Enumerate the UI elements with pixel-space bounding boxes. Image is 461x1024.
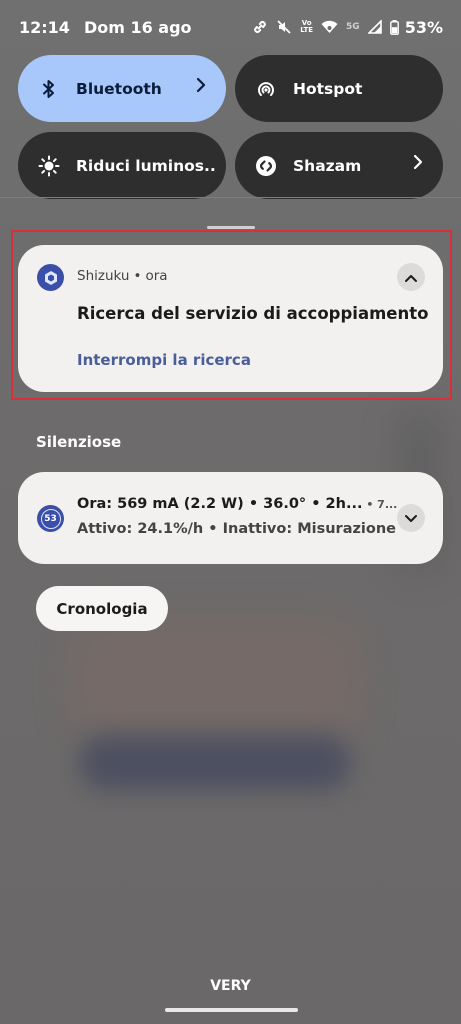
- tile-label: Shazam: [293, 156, 362, 175]
- brightness-icon: [38, 155, 60, 177]
- status-bar: 12:14 Dom 16 ago Vo LTE 5G 53%: [0, 0, 461, 54]
- chevron-up-icon: [404, 268, 418, 287]
- tile-bluetooth[interactable]: Bluetooth: [18, 55, 226, 122]
- shazam-icon: [255, 155, 277, 177]
- status-time: 12:14: [19, 17, 70, 37]
- quick-settings-divider: [0, 197, 461, 198]
- signal-icon: [367, 20, 382, 34]
- volte-icon: Vo LTE: [300, 20, 313, 34]
- tile-brightness[interactable]: Riduci luminos..: [18, 132, 226, 199]
- notification-header: Shizuku • ora: [77, 268, 168, 284]
- link-icon: [252, 19, 268, 35]
- section-label-silent: Silenziose: [36, 433, 122, 451]
- battery-notification-line1: Ora: 569 mA (2.2 W) • 36.0° • 2h... • 7.…: [77, 496, 397, 512]
- status-date: Dom 16 ago: [83, 17, 192, 37]
- battery-level-text: 53: [40, 508, 61, 529]
- notification-time: ora: [145, 268, 168, 284]
- expand-button[interactable]: [397, 504, 425, 532]
- drag-handle[interactable]: [207, 226, 255, 229]
- chevron-right-icon: [413, 154, 423, 174]
- hotspot-icon: [255, 78, 277, 100]
- notification-title: Ricerca del servizio di accoppiamento: [77, 304, 429, 323]
- carrier-label: VERY: [210, 978, 251, 994]
- notification-battery[interactable]: 53 Ora: 569 mA (2.2 W) • 36.0° • 2h... •…: [18, 472, 443, 564]
- battery-app-icon: 53: [37, 505, 64, 532]
- tile-shazam[interactable]: Shazam: [235, 132, 443, 199]
- notification-shizuku[interactable]: Shizuku • ora Ricerca del servizio di acco…: [18, 245, 443, 392]
- battery-notification-stats: Ora: 569 mA (2.2 W) • 36.0° • 2h...: [77, 496, 363, 512]
- navigation-handle[interactable]: [165, 1008, 298, 1012]
- notification-app-name: Shizuku: [77, 268, 130, 284]
- collapse-button[interactable]: [397, 263, 425, 291]
- volte-bottom-text: LTE: [300, 26, 314, 34]
- bluetooth-icon: [38, 78, 60, 100]
- battery-notification-line2: Attivo: 24.1%/h • Inattivo: Misurazione: [77, 521, 397, 537]
- stop-search-button[interactable]: Interrompi la ricerca: [77, 351, 251, 369]
- background-blur: [70, 620, 360, 740]
- chevron-right-icon: [196, 77, 206, 97]
- tile-label: Bluetooth: [76, 79, 162, 98]
- history-button[interactable]: Cronologia: [36, 586, 168, 631]
- mute-icon: [276, 19, 292, 35]
- battery-icon: [389, 19, 399, 35]
- tile-label: Riduci luminos..: [76, 156, 216, 175]
- chevron-down-icon: [404, 509, 418, 528]
- status-icons: Vo LTE 5G 53%: [252, 18, 443, 37]
- shizuku-app-icon: [37, 264, 64, 291]
- wifi-icon: [321, 20, 338, 34]
- tile-label: Hotspot: [293, 79, 363, 98]
- background-blur: [80, 735, 350, 790]
- battery-notification-tail: • 7...: [362, 498, 398, 511]
- battery-percent: 53%: [404, 17, 443, 37]
- network-type: 5G: [346, 22, 360, 32]
- tile-hotspot[interactable]: Hotspot: [235, 55, 443, 122]
